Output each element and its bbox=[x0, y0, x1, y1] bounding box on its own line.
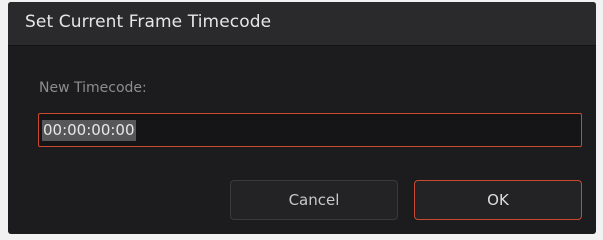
cancel-button[interactable]: Cancel bbox=[230, 180, 398, 220]
timecode-input-value: 00:00:00:00 bbox=[42, 119, 136, 141]
ok-button-label: OK bbox=[487, 191, 509, 209]
ok-button[interactable]: OK bbox=[414, 180, 582, 220]
cancel-button-label: Cancel bbox=[288, 191, 340, 209]
dialog-title: Set Current Frame Timecode bbox=[25, 12, 272, 32]
new-timecode-label: New Timecode: bbox=[39, 80, 147, 96]
dialog-titlebar: Set Current Frame Timecode bbox=[8, 2, 596, 46]
timecode-dialog: Set Current Frame Timecode New Timecode:… bbox=[8, 2, 596, 234]
timecode-input[interactable]: 00:00:00:00 bbox=[38, 113, 582, 147]
